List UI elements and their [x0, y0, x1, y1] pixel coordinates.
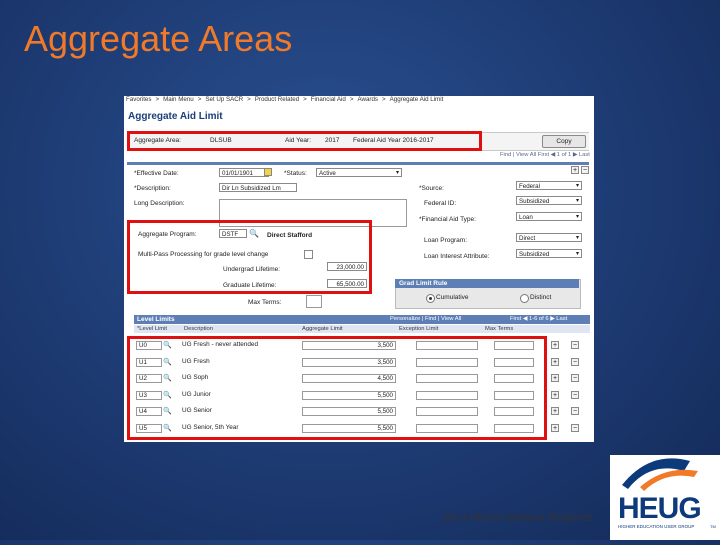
federal-id-label: Federal ID: [424, 200, 457, 207]
breadcrumb-item[interactable]: Awards [357, 96, 378, 103]
breadcrumb-separator: > [247, 96, 251, 103]
federal-id-select[interactable]: Subsidized [516, 196, 582, 205]
page-title: Aggregate Aid Limit [128, 111, 223, 122]
level-limits-nav[interactable]: Personalize | Find | View All [390, 316, 461, 322]
loan-interest-label: Loan Interest Attribute: [424, 253, 490, 260]
loan-interest-select[interactable]: Subsidized [516, 249, 582, 258]
footer-text: 2014 HEUG Midwest Regional [442, 512, 592, 524]
highlight-level-limits [127, 336, 547, 440]
delete-row-icon[interactable]: − [571, 407, 579, 415]
source-select[interactable]: Federal [516, 181, 582, 190]
breadcrumb-item[interactable]: Favorites [126, 96, 151, 103]
description-label: *Description: [134, 185, 171, 192]
slide-title: Aggregate Areas [24, 18, 293, 59]
level-limits-title: Level Limits [137, 316, 175, 323]
calendar-icon[interactable] [264, 168, 272, 176]
loan-program-label: Loan Program: [424, 237, 467, 244]
grad-limit-rule-title: Grad Limit Rule [399, 280, 448, 287]
breadcrumb-separator: > [303, 96, 307, 103]
add-row-icon[interactable]: + [551, 341, 559, 349]
breadcrumb-item[interactable]: Set Up SACR [205, 96, 243, 103]
delete-row-icon[interactable]: − [571, 423, 579, 432]
description-input[interactable]: Dir Ln Subsidized Lm [219, 183, 297, 192]
delete-row-icon[interactable]: − [571, 341, 579, 349]
effective-date-label: *Effective Date: [134, 170, 179, 177]
breadcrumb: Favorites > Main Menu > Set Up SACR > Product … [124, 96, 594, 106]
breadcrumb-separator: > [382, 96, 386, 103]
status-select[interactable]: Active [316, 168, 402, 177]
level-limits-header: Level Limits Personalize | Find | View A… [134, 315, 590, 324]
add-row-icon[interactable]: + [551, 423, 559, 432]
highlight-key-fields [127, 131, 482, 151]
cumulative-label: Cumulative [436, 294, 469, 301]
add-row-icon[interactable]: + [551, 357, 559, 366]
breadcrumb-separator: > [197, 96, 202, 103]
heug-logo-tm: TM [710, 524, 716, 529]
column-header: Aggregate Limit [302, 326, 343, 332]
add-row-icon[interactable]: + [551, 407, 559, 415]
source-label: *Source: [419, 185, 444, 192]
financial-aid-type-select[interactable]: Loan [516, 212, 582, 221]
delete-row-icon[interactable]: − [571, 390, 579, 399]
delete-row-icon[interactable]: − [571, 357, 579, 366]
max-terms-label: Max Terms: [248, 299, 282, 306]
heug-logo-subtitle: HIGHER EDUCATION USER GROUP [618, 524, 695, 529]
distinct-radio[interactable] [520, 294, 529, 303]
column-header: Max Terms [485, 326, 514, 332]
breadcrumb-item[interactable]: Aggregate Aid Limit [390, 96, 444, 103]
add-row-icon[interactable]: + [551, 374, 559, 382]
column-header: Description [184, 326, 213, 332]
financial-aid-type-label: *Financial Aid Type: [419, 216, 476, 223]
highlight-aggregate-program [127, 220, 372, 294]
distinct-label: Distinct [530, 294, 552, 301]
peoplesoft-screenshot: Favorites > Main Menu > Set Up SACR > Product … [124, 96, 594, 442]
loan-program-select[interactable]: Direct [516, 233, 582, 242]
cumulative-radio[interactable] [426, 294, 435, 303]
level-limits-column-headers: *Level Limit Description Aggregate Limit Ex… [134, 325, 590, 333]
heug-logo: HEUG HIGHER EDUCATION USER GROUP TM [610, 455, 720, 540]
breadcrumb-separator: > [155, 96, 160, 103]
add-row-icon[interactable]: + [551, 390, 559, 399]
breadcrumb-item[interactable]: Financial Aid [311, 96, 346, 103]
long-description-label: Long Description: [134, 200, 185, 207]
status-label: *Status: [284, 170, 307, 177]
column-header: Exception Limit [399, 326, 439, 332]
max-terms-input[interactable] [306, 295, 322, 308]
delete-row-icon[interactable]: − [571, 374, 579, 382]
breadcrumb-item[interactable]: Product Related [255, 96, 299, 103]
copy-button[interactable]: Copy [542, 135, 586, 148]
heug-logo-text: HEUG [618, 492, 702, 525]
add-row-icon[interactable]: + [571, 166, 579, 174]
breadcrumb-separator: > [349, 96, 354, 103]
section-nav[interactable]: Find | View All First ◀ 1 of 1 ▶ Last [500, 152, 590, 158]
section-divider [127, 162, 589, 165]
effective-date-input[interactable]: 01/01/1901 [219, 168, 269, 177]
delete-row-icon[interactable]: − [581, 166, 589, 174]
column-header: *Level Limit [137, 326, 167, 332]
level-limits-paging[interactable]: First ◀ 1-6 of 6 ▶ Last [510, 316, 567, 322]
breadcrumb-item[interactable]: Main Menu [163, 96, 194, 103]
